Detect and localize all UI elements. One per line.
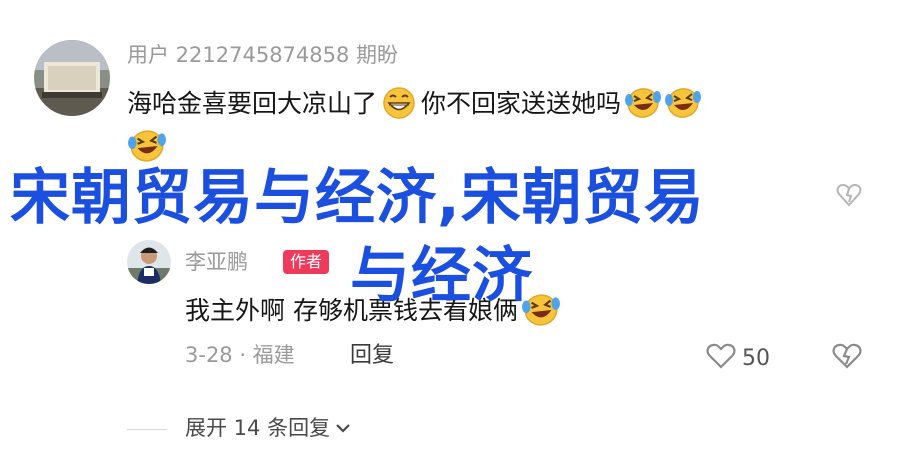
comment-text: 海哈金喜要回大凉山了 你不回家送送她吗 [127, 86, 702, 120]
divider [127, 429, 167, 430]
comment-text-part1: 海哈金喜要回大凉山了 [127, 88, 378, 118]
chevron-down-icon [334, 418, 352, 439]
grinning-face-icon [381, 86, 417, 120]
reply-button[interactable]: 回复 [350, 345, 394, 367]
comment-username[interactable]: 李亚鹏 [185, 252, 248, 273]
laughing-tears-icon [127, 128, 167, 164]
expand-replies-label: 展开 14 条回复 [185, 416, 331, 440]
comment-date-location: 3-28 · 福建 [185, 343, 295, 367]
laughing-tears-icon [624, 86, 662, 120]
dislike-icon[interactable] [832, 342, 862, 374]
heart-icon [706, 342, 736, 375]
author-badge: 作者 [283, 250, 330, 275]
comment-text-part2: 你不回家送送她吗 [421, 88, 622, 118]
laughing-tears-icon [664, 86, 702, 120]
like-button[interactable]: 50 [706, 342, 770, 375]
expand-replies-button[interactable]: 展开 14 条回复 [185, 418, 352, 439]
overlay-title-line1: 宋朝贸易与经济,宋朝贸易 [10, 163, 705, 233]
comment-username[interactable]: 用户 2212745874858 期盼 [127, 45, 398, 66]
avatar[interactable] [127, 240, 171, 284]
like-count: 50 [742, 345, 770, 371]
overlay-title-line2: 与经济 [350, 241, 533, 311]
avatar[interactable] [34, 40, 110, 116]
dislike-icon[interactable] [836, 182, 862, 212]
